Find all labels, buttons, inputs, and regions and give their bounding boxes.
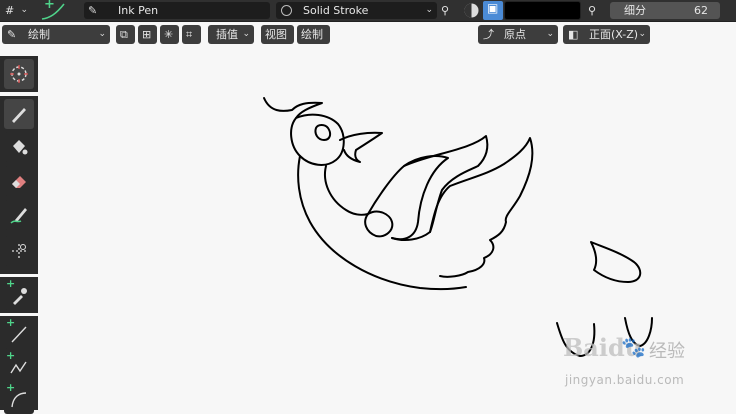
grid-icon: # xyxy=(5,4,15,17)
tool-cutter[interactable] xyxy=(4,236,34,266)
stroke-eye xyxy=(314,124,332,141)
pin-material-button[interactable]: ⚲ xyxy=(437,2,457,19)
chevron-down-icon: ⌄ xyxy=(425,5,433,15)
viewport-header: ✎ 绘制 ⌄ ⧉ ⊞ ✳ ⌗ 插值 ⌄ 视图 绘制 ⤴ 原点 ⌄ ◧ 正面(X-… xyxy=(0,22,736,46)
vertex-icon: ▣ xyxy=(487,1,499,15)
merge-icon: ⊞ xyxy=(142,28,152,41)
snowflake-icon: ✳ xyxy=(164,28,174,41)
mode-selector[interactable]: ✎ 绘制 ⌄ xyxy=(2,25,110,44)
cursor-icon xyxy=(10,65,28,83)
material-sphere-icon xyxy=(281,5,292,16)
subdivision-label: 细分 xyxy=(624,4,646,17)
stroke-tail-piece xyxy=(590,241,642,283)
tool-polyline[interactable]: + xyxy=(4,350,34,382)
tool-draw[interactable] xyxy=(4,99,34,129)
tool-line[interactable]: + xyxy=(4,317,34,349)
chevron-down-icon: ⌄ xyxy=(242,29,250,39)
stroke-neck xyxy=(297,155,467,291)
tint-brush-icon xyxy=(10,208,27,224)
material-selector[interactable]: Solid Stroke ⌄ xyxy=(276,2,437,19)
chevron-down-icon: ⌄ xyxy=(98,29,106,39)
toolbox-group-primitives: + + + xyxy=(0,316,38,414)
orientation-dropdown[interactable]: ◧ 正面(X-Z) ⌄ xyxy=(563,25,650,44)
guides-icon: ⌗ xyxy=(186,28,193,41)
vertex-color-mode-button[interactable]: ▣ xyxy=(483,1,503,20)
stroke-preview-icon[interactable]: + xyxy=(36,0,72,21)
tool-fill[interactable] xyxy=(4,132,34,162)
watermark: Baidu 🐾 经验 jingyan.baidu.com xyxy=(563,327,713,397)
watermark-url: jingyan.baidu.com xyxy=(565,373,685,387)
brush-icon: ✎ xyxy=(88,4,98,17)
pin-icon: ⚲ xyxy=(441,4,450,17)
scissors-icon xyxy=(12,244,26,258)
subdivision-field[interactable]: 细分 62 xyxy=(610,2,720,19)
mode-label: 绘制 xyxy=(28,28,50,41)
brush-selector[interactable]: ✎ Ink Pen xyxy=(84,2,270,19)
draw-label: 绘制 xyxy=(301,28,323,41)
view-menu[interactable]: 视图 xyxy=(261,25,294,44)
tool-erase[interactable] xyxy=(4,166,34,196)
snap-dropdown[interactable]: # ⌄ xyxy=(2,2,32,19)
toolbox-group-cursor xyxy=(0,56,38,92)
auto-merge-button[interactable]: ⊞ xyxy=(138,25,157,44)
stroke-wing-inner xyxy=(367,155,449,241)
origin-dropdown[interactable]: ⤴ 原点 ⌄ xyxy=(478,25,558,44)
orientation-label: 正面(X-Z) xyxy=(589,28,639,41)
interpolate-dropdown[interactable]: 插值 ⌄ xyxy=(208,25,254,44)
fill-bucket-icon xyxy=(13,140,28,155)
pin-color-button[interactable]: ⚲ xyxy=(584,2,604,19)
pencil-icon: ✎ xyxy=(7,28,17,41)
layers-icon: ⧉ xyxy=(120,28,128,41)
plane-icon: ◧ xyxy=(568,28,579,41)
material-name: Solid Stroke xyxy=(303,4,369,17)
paw-icon: 🐾 xyxy=(621,335,646,359)
eyedropper-icon xyxy=(13,288,27,305)
stroke-orb xyxy=(364,210,394,238)
brush-name: Ink Pen xyxy=(118,4,159,17)
origin-icon: ⤴ xyxy=(483,28,494,41)
stroke-beak xyxy=(339,131,383,163)
color-mode-icon[interactable] xyxy=(463,2,480,19)
layer-toggle-button[interactable]: ⧉ xyxy=(116,25,135,44)
stroke-neck-inner xyxy=(324,165,369,216)
pin-icon: ⚲ xyxy=(588,4,597,17)
watermark-label: 经验 xyxy=(649,341,685,362)
color-swatch[interactable] xyxy=(504,1,581,20)
chevron-down-icon: ⌄ xyxy=(546,29,554,39)
origin-label: 原点 xyxy=(504,28,526,41)
line-icon xyxy=(11,326,27,343)
arc-icon xyxy=(11,392,27,408)
polyline-icon xyxy=(10,361,27,374)
toolbox-group-paint xyxy=(0,96,38,274)
chevron-down-icon: ⌄ xyxy=(20,5,28,15)
subdivision-value: 62 xyxy=(694,4,708,17)
tool-header: # ⌄ + ✎ Ink Pen Solid Stroke ⌄ ⚲ ▣ ⚲ 细分 … xyxy=(0,0,736,22)
interpolate-label: 插值 xyxy=(216,28,238,41)
view-label: 视图 xyxy=(265,28,287,41)
tool-eyedropper[interactable]: + xyxy=(4,278,34,310)
tool-tint[interactable] xyxy=(4,200,34,230)
chevron-down-icon: ⌄ xyxy=(638,29,646,39)
tool-cursor[interactable] xyxy=(4,59,34,89)
toolbox-group-eyedropper: + xyxy=(0,277,38,313)
stroke-wing-back xyxy=(403,135,489,233)
draw-menu[interactable]: 绘制 xyxy=(297,25,330,44)
eraser-icon xyxy=(12,176,26,188)
guides-button[interactable]: ⌗ xyxy=(182,25,201,44)
pen-icon xyxy=(12,108,26,123)
multiframe-button[interactable]: ✳ xyxy=(160,25,179,44)
